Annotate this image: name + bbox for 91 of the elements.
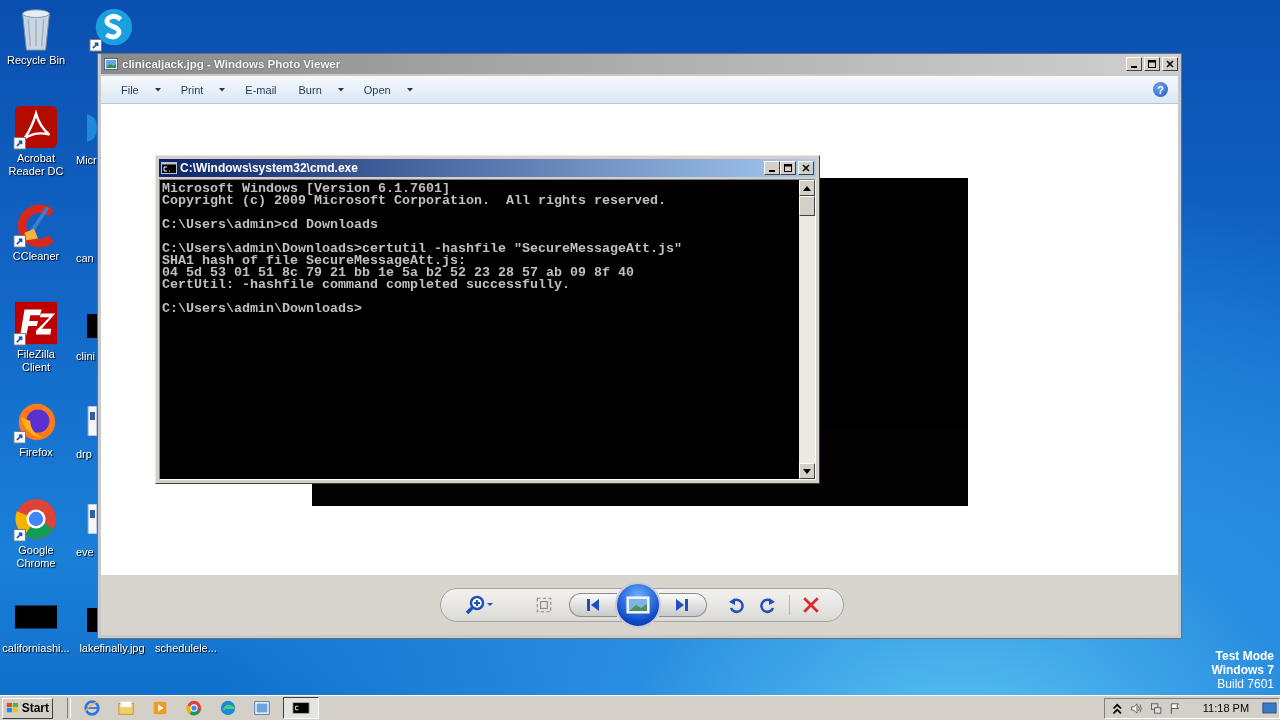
close-icon bbox=[1165, 59, 1175, 69]
scroll-down-button[interactable] bbox=[799, 463, 815, 479]
landscape-icon bbox=[625, 596, 650, 614]
system-watermark-text: Build 7601 bbox=[1217, 677, 1274, 691]
close-button[interactable] bbox=[1162, 57, 1178, 71]
icon-label[interactable]: Acrobat Reader DC bbox=[2, 152, 70, 178]
close-button[interactable] bbox=[798, 161, 814, 175]
console-line: C:\Users\admin\Downloads> bbox=[162, 303, 363, 315]
minimize-icon bbox=[769, 170, 775, 172]
icon-label[interactable]: CCleaner bbox=[12, 250, 60, 263]
fit-icon bbox=[534, 596, 553, 614]
delete-icon bbox=[801, 596, 820, 614]
previous-icon bbox=[585, 598, 601, 612]
minimize-button[interactable] bbox=[764, 161, 780, 175]
clock[interactable]: 11:18 PM bbox=[1202, 702, 1250, 714]
document-icon[interactable] bbox=[87, 406, 97, 436]
caret-icon bbox=[406, 87, 413, 92]
show-desktop-button[interactable] bbox=[1262, 701, 1278, 715]
close-icon bbox=[801, 163, 811, 173]
console-line: SHA1 hash of file SecureMessageAtt.js: bbox=[162, 255, 467, 267]
maximize-button[interactable] bbox=[1144, 57, 1160, 71]
icon-label[interactable]: californiashi... bbox=[2, 642, 70, 655]
speaker-icon[interactable] bbox=[1130, 700, 1143, 716]
icon-label[interactable]: Micr bbox=[76, 154, 97, 167]
window-title: clinicaljack.jpg - Windows Photo Viewer bbox=[122, 58, 341, 70]
windows-logo-icon bbox=[6, 701, 20, 715]
system-watermark-text: Test Mode bbox=[1215, 649, 1274, 663]
menu-item[interactable]: Open bbox=[353, 80, 423, 99]
caret-icon bbox=[154, 87, 161, 92]
zoom-in-icon bbox=[464, 595, 495, 615]
console-line: Copyright (c) 2009 Microsoft Corporation. All rights reserved. bbox=[162, 195, 667, 207]
icon-label[interactable]: eve bbox=[76, 546, 94, 559]
chrome-icon[interactable] bbox=[13, 496, 59, 542]
window-title: C:\Windows\system32\cmd.exe bbox=[180, 161, 358, 175]
console-taskbar-button[interactable] bbox=[283, 697, 319, 719]
icon-label[interactable]: Recycle Bin bbox=[6, 54, 66, 67]
skype-icon[interactable] bbox=[89, 6, 135, 52]
caret-icon bbox=[337, 87, 344, 92]
picture-icon bbox=[104, 58, 118, 70]
start-button[interactable]: Start bbox=[2, 697, 53, 719]
down-arrow-icon bbox=[803, 468, 811, 474]
menu-item[interactable]: Print bbox=[170, 80, 236, 99]
menu-item[interactable]: Burn bbox=[288, 80, 354, 99]
menu-item[interactable]: E-mail bbox=[235, 80, 289, 99]
console-line: C:\Users\admin\Downloads>certutil -hashfile "SecureMessageAtt.js" bbox=[162, 243, 683, 255]
console-line: Microsoft Windows [Version 6.1.7601] bbox=[162, 183, 450, 195]
maximize-icon bbox=[783, 163, 793, 173]
scroll-up-button[interactable] bbox=[799, 180, 815, 196]
icon-label[interactable]: drp bbox=[76, 448, 92, 461]
console-line: 04 5d 53 01 51 8c 79 21 bb 1e 5a b2 52 23 28 57 ab 09 8f 40 bbox=[162, 267, 635, 279]
rotate-right-button[interactable] bbox=[758, 596, 777, 614]
network-icon[interactable] bbox=[1149, 700, 1163, 716]
help-icon[interactable]: ? bbox=[1153, 82, 1168, 97]
icon-label[interactable]: FileZilla Client bbox=[2, 348, 70, 374]
icon-label[interactable]: clini bbox=[76, 350, 95, 363]
fit-to-window-button[interactable] bbox=[534, 596, 553, 614]
console-icon bbox=[161, 162, 177, 174]
filezilla-icon[interactable] bbox=[13, 300, 59, 346]
console-line: CertUtil: -hashfile command completed successfully. bbox=[162, 279, 571, 291]
maximize-icon bbox=[1147, 59, 1157, 69]
app-icon bbox=[253, 699, 271, 717]
slideshow-button[interactable] bbox=[614, 582, 661, 628]
next-icon bbox=[674, 598, 690, 612]
menu-item[interactable]: File bbox=[111, 80, 171, 99]
icon-label[interactable]: lakefinally.jpg bbox=[79, 642, 145, 655]
minimize-button[interactable] bbox=[1126, 57, 1142, 71]
app-icon bbox=[292, 699, 310, 717]
icon-label[interactable]: Google Chrome bbox=[2, 544, 70, 570]
delete-button[interactable] bbox=[801, 596, 820, 614]
pdf-icon[interactable] bbox=[13, 104, 59, 150]
icon-label[interactable]: can bbox=[76, 252, 94, 265]
system-watermark-text: Windows 7 bbox=[1211, 663, 1274, 677]
app-icon bbox=[83, 699, 101, 717]
scroll-thumb[interactable] bbox=[799, 196, 815, 216]
next-button[interactable] bbox=[658, 593, 707, 617]
rotate-right-icon bbox=[758, 596, 777, 614]
maximize-button[interactable] bbox=[780, 161, 796, 175]
app-icon bbox=[185, 699, 203, 717]
app-icon bbox=[151, 699, 169, 717]
previous-button[interactable] bbox=[568, 593, 617, 617]
flag-icon[interactable] bbox=[1169, 700, 1182, 716]
minimize-icon bbox=[1131, 66, 1137, 68]
caret-icon bbox=[219, 87, 226, 92]
app-icon bbox=[219, 699, 237, 717]
icon-label[interactable]: schedulele... bbox=[155, 642, 217, 655]
app-icon bbox=[117, 699, 135, 717]
zoom-button[interactable] bbox=[464, 595, 495, 615]
up-arrow-icon bbox=[803, 185, 811, 191]
console-line: C:\Users\admin>cd Downloads bbox=[162, 219, 379, 231]
icon-label[interactable]: Firefox bbox=[19, 446, 53, 459]
document-icon[interactable] bbox=[87, 504, 97, 534]
